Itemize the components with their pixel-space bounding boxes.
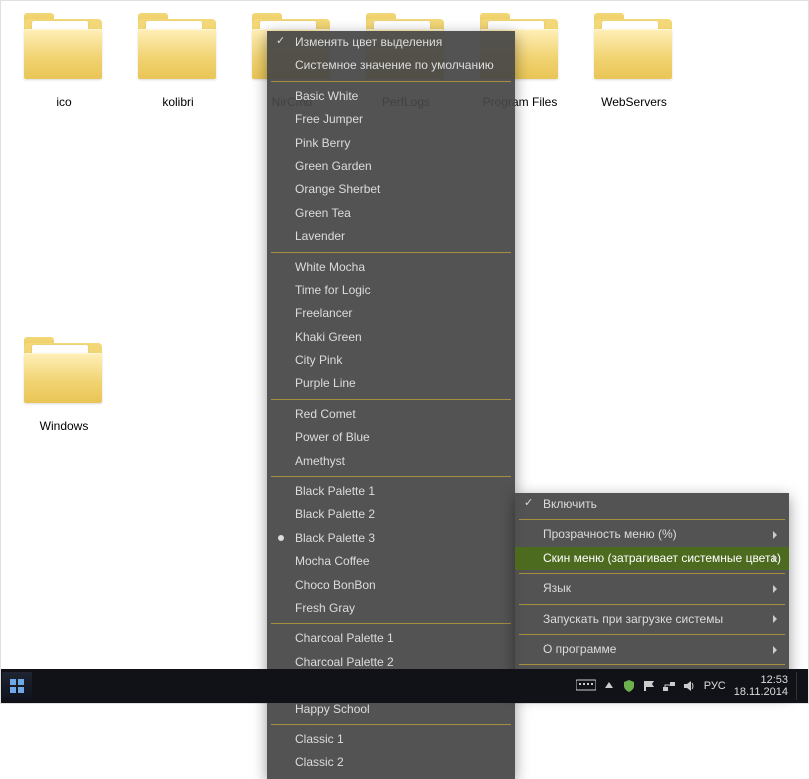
language-indicator[interactable]: РУС	[704, 680, 726, 692]
menu-item[interactable]: Choco BonBon	[267, 574, 515, 597]
menu-item[interactable]: Запускать при загрузке системы	[515, 608, 789, 631]
menu-separator	[519, 573, 785, 574]
menu-separator	[271, 623, 511, 624]
volume-icon[interactable]	[682, 679, 696, 693]
settings-menu: Включить Прозрачность меню (%)Скин меню (…	[515, 493, 789, 692]
menu-separator	[519, 634, 785, 635]
menu-item[interactable]: Fresh Gray	[267, 597, 515, 620]
menu-item[interactable]: Black Palette 2	[267, 503, 515, 526]
taskbar: РУС 12:53 18.11.2014	[1, 669, 808, 703]
flag-icon[interactable]	[642, 679, 656, 693]
tray-up-icon[interactable]	[604, 680, 614, 693]
menu-separator	[271, 399, 511, 400]
folder-webservers[interactable]: WebServers	[579, 13, 689, 123]
menu-item[interactable]: Orange Sherbet	[267, 178, 515, 201]
menu-separator	[519, 604, 785, 605]
skin-menu: Изменять цвет выделенияСистемное значени…	[267, 31, 515, 779]
menu-item[interactable]: Purple Line	[267, 372, 515, 395]
menu-item[interactable]: Black Palette 1	[267, 480, 515, 503]
clock[interactable]: 12:53 18.11.2014	[734, 674, 788, 698]
menu-item[interactable]: Прозрачность меню (%)	[515, 523, 789, 546]
menu-item[interactable]: Basic White	[267, 85, 515, 108]
network-icon[interactable]	[662, 679, 676, 693]
menu-item[interactable]: Mocha Coffee	[267, 550, 515, 573]
menu-item[interactable]: Time for Logic	[267, 279, 515, 302]
menu-separator	[519, 519, 785, 520]
menu-item[interactable]: О программе	[515, 638, 789, 661]
menu-separator	[519, 664, 785, 665]
menu-item[interactable]: Black Palette 3	[267, 527, 515, 550]
shield-icon[interactable]	[622, 679, 636, 693]
folder-icon	[20, 13, 108, 91]
folder-label: Windows	[40, 419, 89, 433]
start-button[interactable]	[2, 672, 32, 700]
menu-item[interactable]: Red Comet	[267, 403, 515, 426]
menu-item[interactable]: Free Jumper	[267, 108, 515, 131]
tray-icons	[622, 679, 696, 693]
menu-separator	[271, 81, 511, 82]
menu-item[interactable]: Green Garden	[267, 155, 515, 178]
menu-item[interactable]: White Mocha	[267, 256, 515, 279]
menu-item[interactable]: Khaki Green	[267, 326, 515, 349]
menu-item[interactable]: Amethyst	[267, 450, 515, 473]
menu-item[interactable]: Изменять цвет выделения	[267, 31, 515, 54]
folder-windows[interactable]: Windows	[9, 337, 119, 447]
folder-label: ico	[56, 95, 71, 109]
folder-ico[interactable]: ico	[9, 13, 119, 123]
menu-item[interactable]: Включить	[515, 493, 789, 516]
folder-icon	[590, 13, 678, 91]
menu-separator	[271, 724, 511, 725]
menu-item[interactable]: Power of Blue	[267, 426, 515, 449]
folder-label: kolibri	[162, 95, 193, 109]
clock-date: 18.11.2014	[734, 686, 788, 698]
menu-item[interactable]: Classic 2	[267, 751, 515, 774]
menu-item[interactable]: Green Tea	[267, 202, 515, 225]
menu-item[interactable]: Скин меню (затрагивает системные цвета)	[515, 547, 789, 570]
show-desktop[interactable]	[796, 672, 802, 700]
folder-kolibri[interactable]: kolibri	[123, 13, 233, 123]
menu-item[interactable]: Lavender	[267, 225, 515, 248]
menu-item[interactable]: Язык	[515, 577, 789, 600]
menu-item[interactable]: Pink Berry	[267, 132, 515, 155]
folder-label: WebServers	[601, 95, 667, 109]
menu-item[interactable]: City Pink	[267, 349, 515, 372]
folder-icon	[134, 13, 222, 91]
menu-item[interactable]: Freelancer	[267, 302, 515, 325]
menu-item[interactable]: Charcoal Palette 1	[267, 627, 515, 650]
menu-separator	[271, 476, 511, 477]
clock-time: 12:53	[734, 674, 788, 686]
keyboard-icon[interactable]	[576, 678, 596, 695]
menu-item[interactable]: Classic 1	[267, 728, 515, 751]
menu-item[interactable]: Системное значение по умолчанию	[267, 54, 515, 77]
menu-separator	[271, 252, 511, 253]
folder-icon	[20, 337, 108, 415]
